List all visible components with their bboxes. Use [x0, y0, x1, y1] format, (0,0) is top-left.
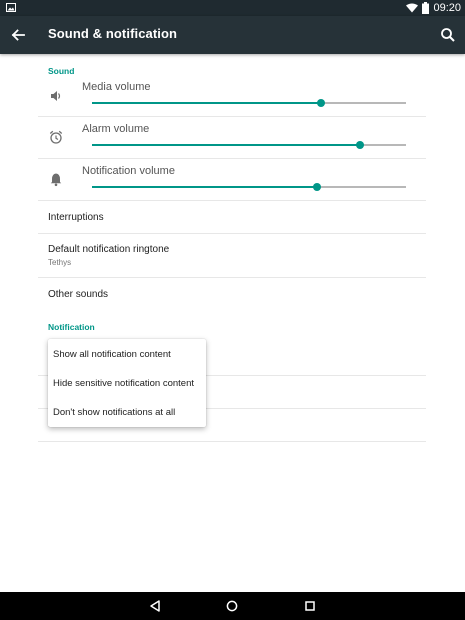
home-circle-icon[interactable]	[224, 598, 240, 614]
slider-fill	[92, 144, 361, 146]
search-icon[interactable]	[439, 26, 457, 44]
divider	[38, 200, 426, 201]
divider	[38, 277, 426, 278]
app-toolbar: Sound & notification	[0, 16, 465, 54]
default-ringtone-item[interactable]: Default notification ringtone	[48, 244, 169, 255]
slider-fill	[92, 102, 322, 104]
status-bar: 09:20	[0, 0, 465, 16]
notification-section-header: Notification	[48, 322, 95, 332]
notification-volume-label: Notification volume	[82, 165, 175, 177]
popup-option-dont-show[interactable]: Don't show notifications at all	[53, 407, 175, 418]
media-volume-slider[interactable]	[92, 98, 406, 108]
alarm-clock-icon	[49, 130, 63, 144]
interruptions-item[interactable]: Interruptions	[48, 212, 104, 223]
media-volume-label: Media volume	[82, 81, 151, 93]
navigation-bar	[0, 592, 465, 620]
notification-volume-slider[interactable]	[92, 182, 406, 192]
divider	[38, 233, 426, 234]
slider-thumb[interactable]	[317, 99, 326, 107]
status-time: 09:20	[433, 2, 461, 14]
divider	[38, 116, 426, 117]
back-triangle-icon[interactable]	[147, 598, 163, 614]
slider-thumb[interactable]	[356, 141, 365, 149]
slider-thumb[interactable]	[312, 183, 321, 191]
divider	[38, 441, 426, 442]
bell-icon	[50, 173, 62, 187]
recents-square-icon[interactable]	[302, 598, 318, 614]
other-sounds-item[interactable]: Other sounds	[48, 289, 108, 300]
page-title: Sound & notification	[48, 26, 178, 41]
alarm-volume-slider[interactable]	[92, 140, 406, 150]
popup-option-hide-sensitive[interactable]: Hide sensitive notification content	[53, 378, 194, 389]
speaker-icon	[51, 91, 61, 101]
battery-icon	[422, 2, 430, 14]
wifi-icon	[406, 3, 419, 13]
arrow-back-icon[interactable]	[8, 25, 28, 45]
divider	[38, 158, 426, 159]
image-icon	[6, 3, 16, 12]
popup-option-show-all[interactable]: Show all notification content	[53, 349, 171, 360]
notification-content-popup: Show all notification content Hide sensi…	[48, 339, 206, 427]
slider-fill	[92, 186, 317, 188]
default-ringtone-value: Tethys	[48, 258, 72, 267]
alarm-volume-label: Alarm volume	[82, 123, 150, 135]
sound-section-header: Sound	[48, 66, 75, 76]
